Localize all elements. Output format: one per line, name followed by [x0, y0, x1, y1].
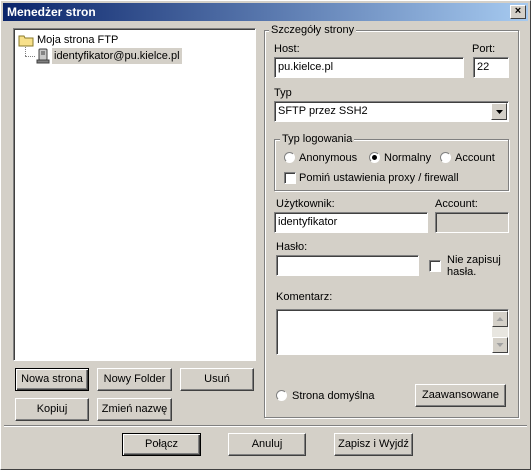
scroll-up-icon [496, 317, 504, 321]
default-site-label: Strona domyślna [292, 390, 375, 402]
scroll-down-icon [496, 343, 504, 347]
type-label: Typ [274, 87, 292, 99]
advanced-button[interactable]: Zaawansowane [415, 384, 506, 407]
type-select-value: SFTP przez SSH2 [278, 105, 368, 117]
port-input[interactable]: 22 [473, 57, 509, 78]
skip-proxy-label: Pomiń ustawienia proxy / firewall [299, 172, 459, 184]
window-title: Menedżer stron [7, 5, 96, 19]
comment-scrollbar[interactable] [492, 311, 508, 353]
connect-button[interactable]: Połącz [122, 433, 201, 456]
tree-connector [25, 47, 26, 56]
host-label: Host: [274, 43, 300, 55]
user-label: Użytkownik: [276, 198, 335, 210]
folder-icon [18, 35, 34, 47]
save-and-exit-button[interactable]: Zapisz i Wyjdź [334, 433, 413, 456]
site-manager-window: Menedżer stron × Moja strona FTP identyf… [0, 0, 531, 470]
login-normal-label: Normalny [384, 152, 432, 164]
comment-label: Komentarz: [276, 291, 333, 303]
rename-button[interactable]: Zmień nazwę [97, 398, 172, 421]
site-tree[interactable]: Moja strona FTP identyfikator@pu.kielce.… [13, 28, 256, 361]
password-label: Hasło: [276, 241, 308, 253]
close-icon: × [514, 5, 522, 17]
login-anonymous-label: Anonymous [299, 152, 358, 164]
user-input[interactable]: identyfikator [274, 212, 428, 233]
login-account-radio[interactable] [440, 152, 451, 163]
account-label: Account: [435, 198, 478, 210]
delete-button[interactable]: Usuń [180, 368, 254, 391]
chevron-down-icon [496, 110, 503, 114]
new-folder-button[interactable]: Nowy Folder [97, 368, 172, 391]
skip-proxy-checkbox[interactable] [284, 172, 296, 184]
login-anonymous-radio[interactable] [284, 152, 295, 163]
separator [4, 425, 527, 427]
type-select[interactable]: SFTP przez SSH2 [274, 101, 509, 122]
tree-item-label: identyfikator@pu.kielce.pl [52, 48, 182, 64]
scroll-up-button[interactable] [492, 311, 508, 327]
server-icon [36, 48, 50, 64]
title-bar[interactable]: Menedżer stron × [3, 3, 528, 21]
dont-save-password-label-line2: hasła. [447, 266, 477, 278]
login-account-label: Account [455, 152, 495, 164]
account-input[interactable] [435, 212, 509, 233]
port-label: Port: [472, 43, 496, 55]
copy-button[interactable]: Kopiuj [15, 398, 89, 421]
tree-root-label: Moja strona FTP [37, 34, 119, 46]
radio-selected-dot [372, 155, 377, 160]
login-normal-radio[interactable] [369, 152, 380, 163]
close-button[interactable]: × [510, 5, 526, 19]
comment-textarea[interactable] [276, 309, 509, 355]
scroll-down-button[interactable] [492, 337, 508, 353]
dont-save-password-checkbox[interactable] [429, 260, 441, 272]
password-input[interactable] [276, 255, 419, 276]
login-type-title: Typ logowania [280, 133, 355, 145]
default-site-radio[interactable] [276, 390, 287, 401]
type-dropdown-button[interactable] [491, 103, 507, 120]
host-input[interactable]: pu.kielce.pl [274, 57, 464, 78]
site-details-title: Szczegóły strony [269, 24, 357, 36]
new-site-button[interactable]: Nowa strona [15, 368, 89, 391]
cancel-button[interactable]: Anuluj [228, 433, 306, 456]
tree-connector [25, 56, 35, 57]
